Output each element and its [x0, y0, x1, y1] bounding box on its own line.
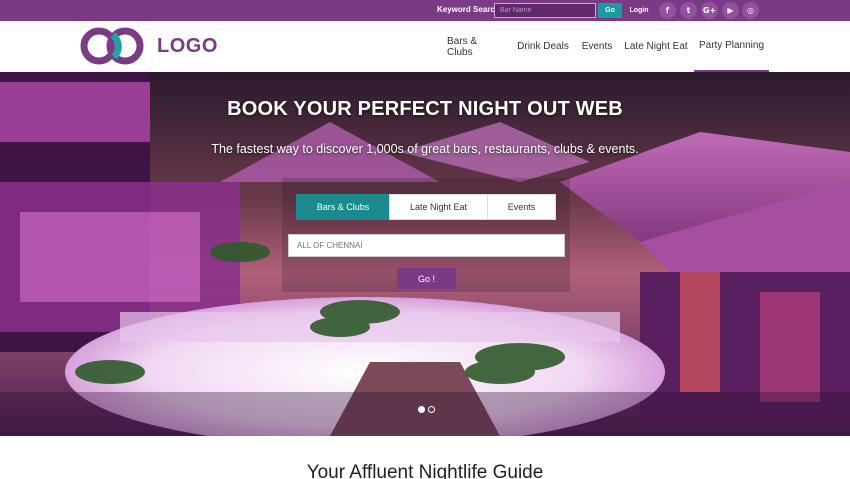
tab-events[interactable]: Events [487, 194, 556, 220]
bar-name-search-input[interactable] [494, 3, 596, 18]
top-bar: Keyword Search Go Login f t G+ ▶ ◎ [0, 0, 850, 21]
nav-late-night-eat[interactable]: Late Night Eat [624, 21, 688, 72]
nav-events[interactable]: Events [580, 21, 614, 72]
hero-subtitle: The fastest way to discover 1,000s of gr… [211, 142, 639, 156]
tab-late-night-eat[interactable]: Late Night Eat [389, 194, 487, 220]
hero-go-button[interactable]: Go ! [397, 268, 456, 289]
keyword-search-label: Keyword Search [437, 5, 500, 14]
youtube-icon[interactable]: ▶ [722, 2, 739, 19]
hero-banner: BOOK YOUR PERFECT NIGHT OUT WEB The fast… [0, 72, 850, 436]
city-search-input[interactable] [288, 234, 565, 257]
hero-title: BOOK YOUR PERFECT NIGHT OUT WEB [227, 98, 623, 120]
instagram-icon[interactable]: ◎ [742, 2, 759, 19]
nav-party-planning[interactable]: Party Planning [694, 21, 769, 72]
login-link[interactable]: Login [625, 3, 653, 18]
keyword-search-go-button[interactable]: Go [598, 3, 622, 18]
tab-bars-clubs[interactable]: Bars & Clubs [296, 194, 389, 220]
nav-bars-clubs[interactable]: Bars & Clubs [447, 21, 505, 72]
section-heading: Your Affluent Nightlife Guide [306, 462, 544, 479]
nav-drink-deals[interactable]: Drink Deals [515, 21, 571, 72]
carousel-dot-2[interactable] [428, 406, 435, 413]
twitter-icon[interactable]: t [680, 2, 697, 19]
logo-text[interactable]: LOGO [157, 35, 218, 58]
logo-mark-icon[interactable] [80, 26, 146, 66]
google-plus-icon[interactable]: G+ [701, 2, 718, 19]
facebook-icon[interactable]: f [659, 2, 676, 19]
carousel-dot-1[interactable] [418, 406, 425, 413]
site-header: LOGO Bars & Clubs Drink Deals Events Lat… [0, 21, 850, 72]
search-tabs: Bars & Clubs Late Night Eat Events [296, 194, 556, 220]
